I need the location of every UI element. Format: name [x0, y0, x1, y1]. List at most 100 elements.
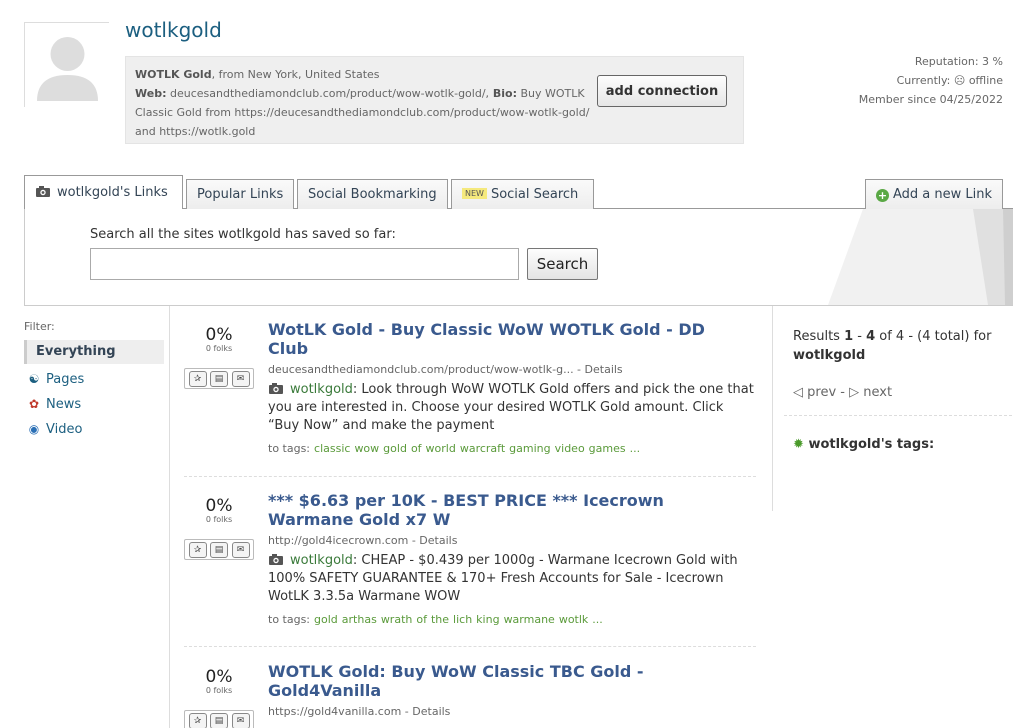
- tag-link[interactable]: classic: [314, 442, 350, 455]
- item-separator: [184, 476, 756, 477]
- results-to: 4: [866, 329, 876, 344]
- tab-social-bookmarking[interactable]: Social Bookmarking: [297, 179, 448, 209]
- profile-bio-box: WOTLK Gold, from New York, United States…: [125, 56, 744, 144]
- filter-everything-label: Everything: [36, 344, 116, 359]
- item-actions: ✰ ▤ ✉: [184, 368, 254, 389]
- save-icon[interactable]: ▤: [210, 712, 228, 728]
- profile-bio: WOTLK Gold, from New York, United States…: [135, 65, 590, 141]
- item-details-link[interactable]: - Details: [574, 363, 623, 376]
- tag-link[interactable]: gaming: [509, 442, 550, 455]
- email-icon[interactable]: ✉: [231, 370, 250, 387]
- profile-username: wotlkgold: [125, 18, 222, 42]
- tag-link[interactable]: gold: [383, 442, 407, 455]
- prev-arrow-icon: ◁: [793, 385, 803, 400]
- vote-percent: 0%: [205, 667, 233, 687]
- tag-link[interactable]: of: [416, 613, 427, 626]
- right-separator: [784, 415, 1012, 416]
- tab-social-search[interactable]: NEW Social Search: [451, 179, 594, 209]
- result-item: 0% 0 folks ✰ ▤ ✉ *** $6.63 per 10K - BES…: [184, 491, 756, 641]
- item-title-link[interactable]: WOTLK Gold: Buy WoW Classic TBC Gold - G…: [268, 662, 708, 700]
- result-item: 0% 0 folks ✰ ▤ ✉ WotLK Gold - Buy Classi…: [184, 320, 756, 470]
- item-user-link[interactable]: wotlkgold: [290, 553, 353, 568]
- pager: ◁ prev - ▷ next: [793, 385, 892, 400]
- item-details-link[interactable]: - Details: [408, 534, 458, 547]
- vote-icon[interactable]: ✰: [188, 712, 207, 728]
- item-description: wotlkgold: CHEAP - $0.439 per 1000g - Wa…: [268, 552, 756, 606]
- tab-popular-links[interactable]: Popular Links: [186, 179, 294, 209]
- tag-link[interactable]: games: [589, 442, 626, 455]
- tag-more-link[interactable]: ...: [630, 442, 641, 455]
- prev-link[interactable]: ◁ prev: [793, 385, 836, 400]
- vote-percent: 0%: [205, 325, 233, 345]
- results-prefix: Results: [793, 329, 845, 344]
- next-label: next: [863, 385, 893, 400]
- vote-score: 0% 0 folks: [184, 668, 254, 696]
- filter-everything[interactable]: Everything: [24, 340, 164, 364]
- user-silhouette-icon: [25, 23, 110, 108]
- tag-link[interactable]: wrath: [381, 613, 413, 626]
- item-content: WOTLK Gold: Buy WoW Classic TBC Gold - G…: [268, 662, 756, 719]
- next-arrow-icon: ▷: [849, 385, 860, 400]
- camera-icon: [36, 186, 50, 197]
- vote-folks: 0 folks: [205, 344, 233, 353]
- item-actions: ✰ ▤ ✉: [184, 539, 254, 560]
- tag-link[interactable]: world: [426, 442, 456, 455]
- tag-link[interactable]: warcraft: [460, 442, 505, 455]
- results-dash: -: [853, 329, 867, 344]
- add-connection-button[interactable]: add connection: [597, 75, 727, 107]
- results-query: wotlkgold: [793, 348, 866, 363]
- item-url-text: https://gold4vanilla.com: [268, 705, 402, 718]
- tag-link[interactable]: arthas: [342, 613, 377, 626]
- tag-link[interactable]: wow: [354, 442, 379, 455]
- filter-news[interactable]: ✿ News: [24, 392, 164, 416]
- tab-user-links-label: wotlkgold's Links: [57, 185, 168, 200]
- item-tags: to tags: classic wow gold of world warcraft gam…: [268, 442, 756, 456]
- email-icon[interactable]: ✉: [231, 712, 250, 728]
- filter-label: Filter:: [24, 320, 55, 333]
- prev-label: prev: [807, 385, 837, 400]
- tag-link[interactable]: lich: [453, 613, 472, 626]
- video-icon: ◉: [28, 422, 40, 436]
- tag-more-link[interactable]: ...: [592, 613, 603, 626]
- tag-link[interactable]: gold: [314, 613, 338, 626]
- tags-label: to tags:: [268, 442, 311, 455]
- bio-label: Bio:: [489, 87, 517, 100]
- bio-name: WOTLK Gold: [135, 68, 212, 81]
- search-input[interactable]: [90, 248, 519, 280]
- item-title-link[interactable]: WotLK Gold - Buy Classic WoW WOTLK Gold …: [268, 320, 708, 358]
- tab-user-links[interactable]: wotlkgold's Links: [24, 175, 183, 209]
- item-title-link[interactable]: *** $6.63 per 10K - BEST PRICE *** Icecr…: [268, 491, 708, 529]
- search-panel: Search all the sites wotlkgold has saved…: [24, 209, 1013, 306]
- tag-link[interactable]: king: [476, 613, 499, 626]
- web-value: deucesandthediamondclub.com/product/wow-…: [166, 87, 490, 100]
- plus-icon: +: [876, 189, 889, 202]
- tag-link[interactable]: the: [431, 613, 449, 626]
- vote-score: 0% 0 folks: [184, 326, 254, 354]
- item-content: WotLK Gold - Buy Classic WoW WOTLK Gold …: [268, 320, 756, 456]
- item-user-link[interactable]: wotlkgold: [290, 382, 353, 397]
- vote-icon[interactable]: ✰: [188, 370, 207, 387]
- save-icon[interactable]: ▤: [210, 370, 228, 387]
- tag-cloud-icon: ✹: [793, 437, 804, 452]
- item-actions: ✰ ▤ ✉: [184, 710, 254, 728]
- vote-icon[interactable]: ✰: [188, 541, 207, 558]
- news-icon: ✿: [28, 397, 40, 411]
- search-button[interactable]: Search: [527, 248, 598, 280]
- save-icon[interactable]: ▤: [210, 541, 228, 558]
- filter-video[interactable]: ◉ Video: [24, 417, 164, 441]
- filter-pages[interactable]: ☯ Pages: [24, 367, 164, 391]
- item-url-text: deucesandthediamondclub.com/product/wow-…: [268, 363, 574, 376]
- tab-social-bookmarking-label: Social Bookmarking: [308, 187, 437, 202]
- bio-from: , from New York, United States: [211, 68, 380, 81]
- tag-link[interactable]: warmane: [504, 613, 555, 626]
- tag-link[interactable]: video: [555, 442, 585, 455]
- item-details-link[interactable]: - Details: [401, 705, 451, 718]
- profile-stats: Reputation: 3 % Currently: ☹ offline Mem…: [859, 52, 1003, 109]
- tag-link[interactable]: wotlk: [559, 613, 588, 626]
- next-link[interactable]: ▷ next: [849, 385, 892, 400]
- email-icon[interactable]: ✉: [231, 541, 250, 558]
- add-new-link-button[interactable]: + Add a new Link: [865, 179, 1003, 209]
- tag-link[interactable]: of: [411, 442, 422, 455]
- online-status: Currently: ☹ offline: [896, 74, 1003, 87]
- avatar: [24, 22, 110, 108]
